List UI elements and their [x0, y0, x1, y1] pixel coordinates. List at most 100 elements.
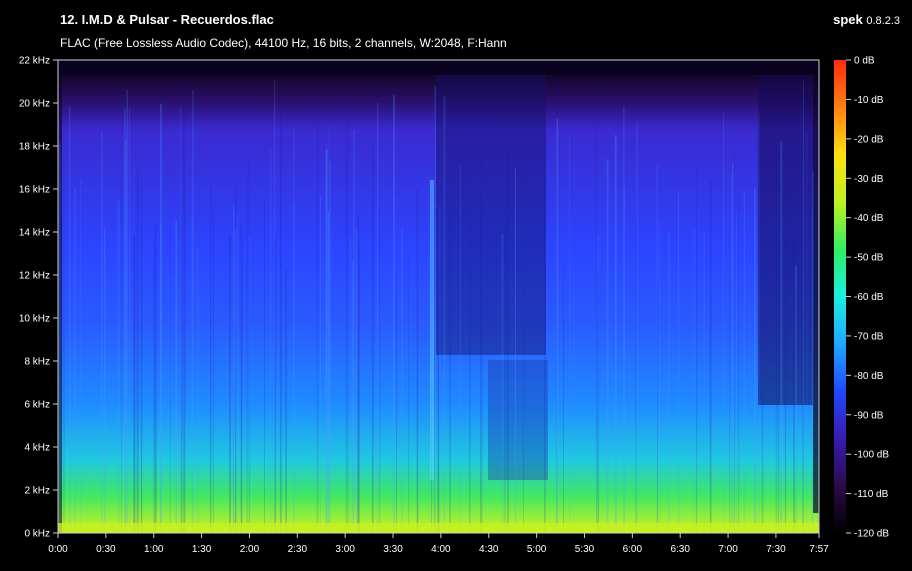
x-tick-label: 4:30	[479, 544, 499, 555]
spectral-streak	[777, 240, 780, 533]
spectral-band	[488, 360, 548, 480]
x-tick-label: 0:00	[48, 544, 68, 555]
colorbar-tick-label: -70 dB	[854, 331, 884, 342]
spectral-streak	[191, 214, 193, 534]
spectral-streak	[270, 149, 272, 533]
spectral-streak	[504, 212, 506, 533]
colorbar-scale	[834, 60, 846, 533]
spectral-streak	[213, 204, 214, 533]
spectral-streak	[428, 171, 430, 533]
x-tick-label: 3:00	[335, 544, 355, 555]
colorbar-tick-label: -100 dB	[854, 450, 889, 461]
x-tick-label: 4:00	[431, 544, 451, 555]
spectral-streak	[793, 239, 795, 533]
spectral-streak	[80, 179, 82, 533]
spectral-streak	[154, 225, 157, 533]
spectral-streak	[328, 211, 330, 533]
spectral-streak	[133, 235, 136, 534]
spectral-streak	[325, 149, 328, 533]
spectral-streak	[379, 204, 381, 533]
spectral-streak	[693, 229, 696, 533]
colorbar-tick-label: -30 dB	[854, 174, 884, 185]
colorbar-tick-label: -20 dB	[854, 134, 884, 145]
spectral-streak	[459, 164, 461, 534]
spectral-streak	[240, 224, 243, 533]
spectral-streak	[678, 192, 680, 534]
spectral-streak	[434, 85, 436, 534]
spectral-streak	[101, 131, 103, 533]
spectral-streak	[319, 196, 321, 533]
spectral-streak	[758, 113, 760, 533]
spectral-streak	[443, 95, 446, 533]
spectral-streak	[696, 170, 698, 533]
spectral-streak	[597, 234, 599, 533]
y-tick-label: 18 kHz	[19, 142, 50, 153]
spectral-streak	[69, 106, 71, 533]
x-tick-label: 7:00	[718, 544, 738, 555]
x-tick-label: 5:00	[527, 544, 547, 555]
spectral-streak	[817, 82, 819, 534]
spectral-streak	[293, 203, 295, 533]
spectrogram-chart: 0 kHz 2 kHz 4 kHz 6 kHz 8 kHz 10 kHz 12 kHz 14 …	[19, 56, 889, 556]
spectral-streak	[371, 142, 374, 533]
spectral-streak	[523, 103, 524, 534]
spectral-streak	[811, 211, 813, 534]
spectral-streak	[573, 265, 574, 533]
spectral-streak	[285, 269, 287, 533]
spectral-streak	[469, 90, 471, 533]
x-tick-label: 3:30	[383, 544, 403, 555]
colorbar-tick-label: -40 dB	[854, 213, 884, 224]
spectral-streak	[449, 87, 451, 533]
spectral-streak	[806, 132, 808, 533]
colorbar-tick-label: -110 dB	[854, 489, 889, 500]
spectral-streak	[349, 238, 351, 533]
spectral-streak	[743, 190, 746, 534]
spectral-streak	[606, 159, 609, 534]
spectral-streak	[623, 185, 625, 533]
spectral-streak	[408, 253, 410, 533]
spectral-streak	[544, 133, 546, 533]
spectral-streak	[439, 206, 441, 533]
spectral-streak	[347, 98, 349, 533]
x-tick-label: 7:57	[809, 544, 829, 555]
spectral-streak	[507, 149, 509, 533]
spectral-streak	[264, 198, 265, 533]
x-tick-label: 6:30	[670, 544, 690, 555]
spectral-streak	[357, 217, 360, 533]
spectral-streak	[734, 148, 735, 533]
spectral-streak	[480, 84, 482, 534]
y-tick-label: 0 kHz	[24, 529, 50, 540]
x-tick-label: 6:00	[623, 544, 643, 555]
x-tick-label: 7:30	[766, 544, 786, 555]
y-tick-label: 2 kHz	[24, 486, 50, 497]
spectral-streak	[416, 187, 419, 533]
spectral-streak	[345, 109, 347, 533]
spectral-streak	[780, 140, 783, 533]
spectral-streak	[723, 113, 724, 534]
spectral-streak	[754, 189, 757, 533]
spectral-streak	[563, 263, 564, 533]
spectral-streak	[175, 221, 178, 533]
spectral-streak	[732, 163, 734, 533]
spectral-streak	[596, 82, 598, 533]
colorbar-tick-label: 0 dB	[854, 56, 875, 67]
spectral-streak	[125, 141, 127, 533]
spectral-streak	[246, 176, 248, 533]
spectral-streak	[59, 143, 61, 533]
colorbar-tick-label: -10 dB	[854, 95, 884, 106]
spectral-streak	[63, 152, 65, 533]
spectral-streak	[376, 103, 379, 533]
spectral-streak	[104, 228, 106, 534]
y-tick-label: 20 kHz	[19, 99, 50, 110]
spectral-streak	[169, 145, 171, 534]
spectral-streak	[141, 175, 143, 533]
spectral-streak	[794, 265, 797, 533]
spectral-streak	[358, 246, 360, 533]
spectral-streak	[280, 111, 281, 533]
x-tick-label: 5:30	[575, 544, 595, 555]
spectral-streak	[703, 230, 705, 533]
spectral-streak	[233, 205, 235, 533]
spectral-streak	[281, 104, 282, 533]
spectral-streak	[184, 109, 186, 533]
spectral-streak	[74, 187, 76, 533]
